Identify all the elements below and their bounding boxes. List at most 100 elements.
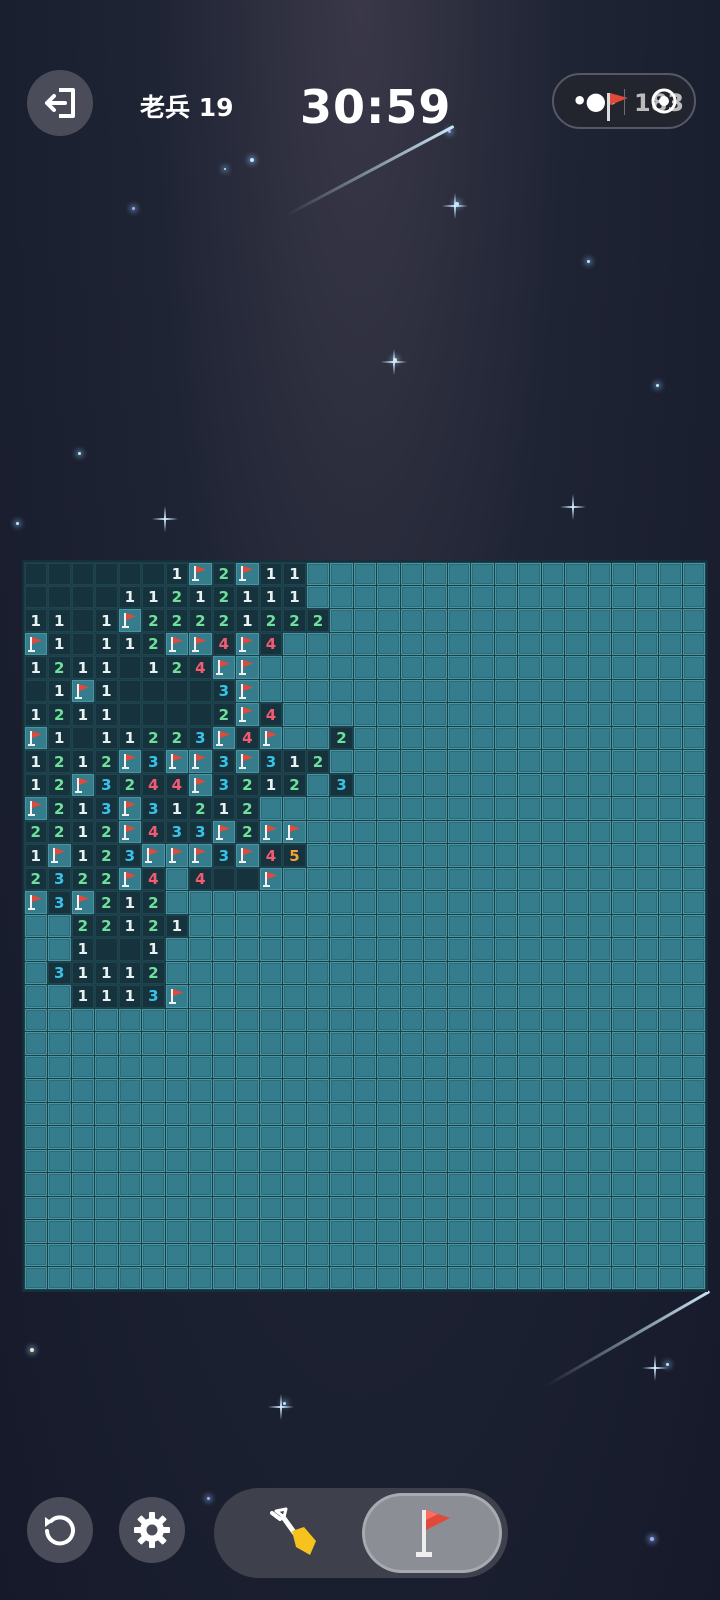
- cell-hidden[interactable]: [95, 1243, 118, 1266]
- cell-number[interactable]: 2: [24, 867, 48, 891]
- cell-hidden[interactable]: [612, 1267, 635, 1290]
- cell-hidden[interactable]: [471, 1149, 494, 1173]
- cell-hidden[interactable]: [518, 1126, 541, 1149]
- cell-number[interactable]: 3: [212, 773, 236, 797]
- cell-hidden[interactable]: [236, 1079, 259, 1102]
- cell-open[interactable]: [48, 585, 71, 609]
- cell-number[interactable]: 2: [95, 891, 118, 914]
- cell-number[interactable]: 4: [259, 703, 283, 726]
- cell-hidden[interactable]: [330, 1008, 353, 1032]
- cell-hidden[interactable]: [71, 1149, 95, 1173]
- cell-hidden[interactable]: [377, 1126, 400, 1149]
- cell-hidden[interactable]: [424, 585, 447, 609]
- cell-number[interactable]: 1: [71, 938, 95, 961]
- cell-hidden[interactable]: [400, 1149, 424, 1173]
- cell-hidden[interactable]: [212, 1173, 236, 1196]
- cell-number[interactable]: 3: [330, 773, 353, 797]
- cell-hidden[interactable]: [682, 891, 706, 914]
- cell-hidden[interactable]: [588, 656, 612, 679]
- cell-hidden[interactable]: [400, 820, 424, 844]
- cell-hidden[interactable]: [306, 1032, 330, 1055]
- cell-hidden[interactable]: [283, 797, 306, 820]
- cell-hidden[interactable]: [541, 985, 565, 1008]
- cell-hidden[interactable]: [588, 750, 612, 773]
- cell-number[interactable]: 2: [142, 891, 165, 914]
- cell-hidden[interactable]: [447, 585, 471, 609]
- cell-hidden[interactable]: [236, 1126, 259, 1149]
- cell-hidden[interactable]: [330, 844, 353, 867]
- cell-hidden[interactable]: [494, 961, 518, 985]
- cell-hidden[interactable]: [447, 985, 471, 1008]
- target-icon[interactable]: [650, 87, 678, 115]
- cell-hidden[interactable]: [400, 679, 424, 703]
- cell-flagged[interactable]: [118, 797, 142, 820]
- cell-hidden[interactable]: [283, 1149, 306, 1173]
- cell-hidden[interactable]: [424, 1032, 447, 1055]
- cell-hidden[interactable]: [377, 1149, 400, 1173]
- cell-hidden[interactable]: [189, 1079, 212, 1102]
- cell-hidden[interactable]: [565, 562, 588, 585]
- cell-hidden[interactable]: [306, 867, 330, 891]
- cell-hidden[interactable]: [471, 844, 494, 867]
- cell-hidden[interactable]: [48, 1079, 71, 1102]
- cell-hidden[interactable]: [259, 961, 283, 985]
- cell-number[interactable]: 1: [283, 562, 306, 585]
- cell-hidden[interactable]: [635, 1102, 659, 1126]
- cell-hidden[interactable]: [612, 797, 635, 820]
- cell-number[interactable]: 1: [95, 703, 118, 726]
- cell-hidden[interactable]: [518, 985, 541, 1008]
- cell-hidden[interactable]: [565, 703, 588, 726]
- cell-number[interactable]: 1: [142, 938, 165, 961]
- cell-hidden[interactable]: [236, 1243, 259, 1266]
- cell-hidden[interactable]: [518, 1149, 541, 1173]
- cell-hidden[interactable]: [588, 820, 612, 844]
- cell-hidden[interactable]: [212, 1126, 236, 1149]
- cell-hidden[interactable]: [635, 585, 659, 609]
- cell-hidden[interactable]: [377, 820, 400, 844]
- cell-hidden[interactable]: [377, 703, 400, 726]
- cell-hidden[interactable]: [377, 1032, 400, 1055]
- cell-hidden[interactable]: [24, 1055, 48, 1079]
- cell-hidden[interactable]: [565, 1267, 588, 1290]
- cell-hidden[interactable]: [259, 1008, 283, 1032]
- cell-hidden[interactable]: [424, 1008, 447, 1032]
- cell-hidden[interactable]: [588, 726, 612, 750]
- cell-number[interactable]: 2: [283, 773, 306, 797]
- cell-hidden[interactable]: [518, 773, 541, 797]
- cell-number[interactable]: 1: [189, 585, 212, 609]
- cell-hidden[interactable]: [212, 938, 236, 961]
- cell-hidden[interactable]: [165, 1243, 189, 1266]
- cell-hidden[interactable]: [588, 891, 612, 914]
- cell-hidden[interactable]: [142, 1032, 165, 1055]
- cell-number[interactable]: 3: [212, 750, 236, 773]
- cell-number[interactable]: 1: [71, 656, 95, 679]
- cell-hidden[interactable]: [189, 1126, 212, 1149]
- cell-flagged[interactable]: [71, 891, 95, 914]
- cell-number[interactable]: 2: [236, 820, 259, 844]
- cell-hidden[interactable]: [635, 1008, 659, 1032]
- cell-hidden[interactable]: [518, 891, 541, 914]
- cell-hidden[interactable]: [236, 961, 259, 985]
- cell-hidden[interactable]: [95, 1008, 118, 1032]
- cell-hidden[interactable]: [377, 679, 400, 703]
- cell-flagged[interactable]: [212, 820, 236, 844]
- cell-hidden[interactable]: [236, 1032, 259, 1055]
- cell-number[interactable]: 3: [165, 820, 189, 844]
- cell-hidden[interactable]: [565, 1079, 588, 1102]
- cell-hidden[interactable]: [635, 1196, 659, 1220]
- cell-hidden[interactable]: [24, 985, 48, 1008]
- cell-hidden[interactable]: [353, 820, 377, 844]
- cell-hidden[interactable]: [353, 656, 377, 679]
- cell-hidden[interactable]: [236, 1267, 259, 1290]
- cell-hidden[interactable]: [95, 1126, 118, 1149]
- cell-hidden[interactable]: [541, 562, 565, 585]
- cell-number[interactable]: 1: [48, 632, 71, 656]
- cell-hidden[interactable]: [400, 844, 424, 867]
- cell-number[interactable]: 1: [283, 585, 306, 609]
- cell-hidden[interactable]: [635, 867, 659, 891]
- cell-hidden[interactable]: [494, 1149, 518, 1173]
- cell-number[interactable]: 1: [95, 961, 118, 985]
- cell-hidden[interactable]: [24, 1173, 48, 1196]
- cell-hidden[interactable]: [635, 914, 659, 938]
- cell-hidden[interactable]: [541, 1008, 565, 1032]
